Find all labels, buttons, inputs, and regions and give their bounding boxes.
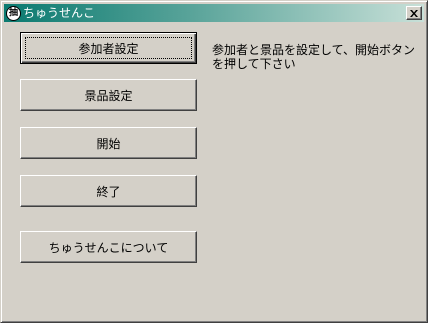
main-window: 抽 ちゅうせんこ 参加者設定 景品設定 開始 終了 ちゅうせんこについて 参加者… [0,0,428,323]
about-button[interactable]: ちゅうせんこについて [20,231,197,263]
about-label: ちゅうせんこについて [48,240,169,255]
participants-settings-button[interactable]: 参加者設定 [20,32,197,64]
participants-settings-label: 参加者設定 [78,41,139,56]
app-icon: 抽 [6,5,21,21]
prize-settings-label: 景品設定 [84,88,133,103]
start-label: 開始 [96,136,121,151]
exit-button[interactable]: 終了 [20,175,197,207]
start-button[interactable]: 開始 [20,127,197,159]
prize-settings-button[interactable]: 景品設定 [20,79,197,111]
exit-label: 終了 [96,184,121,199]
instruction-message: 参加者と景品を設定して、開始ボタンを押して下さい [212,43,416,71]
close-icon [410,9,418,17]
window-title: ちゅうせんこ [23,6,96,20]
close-button[interactable] [406,6,422,20]
title-bar[interactable]: 抽 ちゅうせんこ [4,4,424,22]
